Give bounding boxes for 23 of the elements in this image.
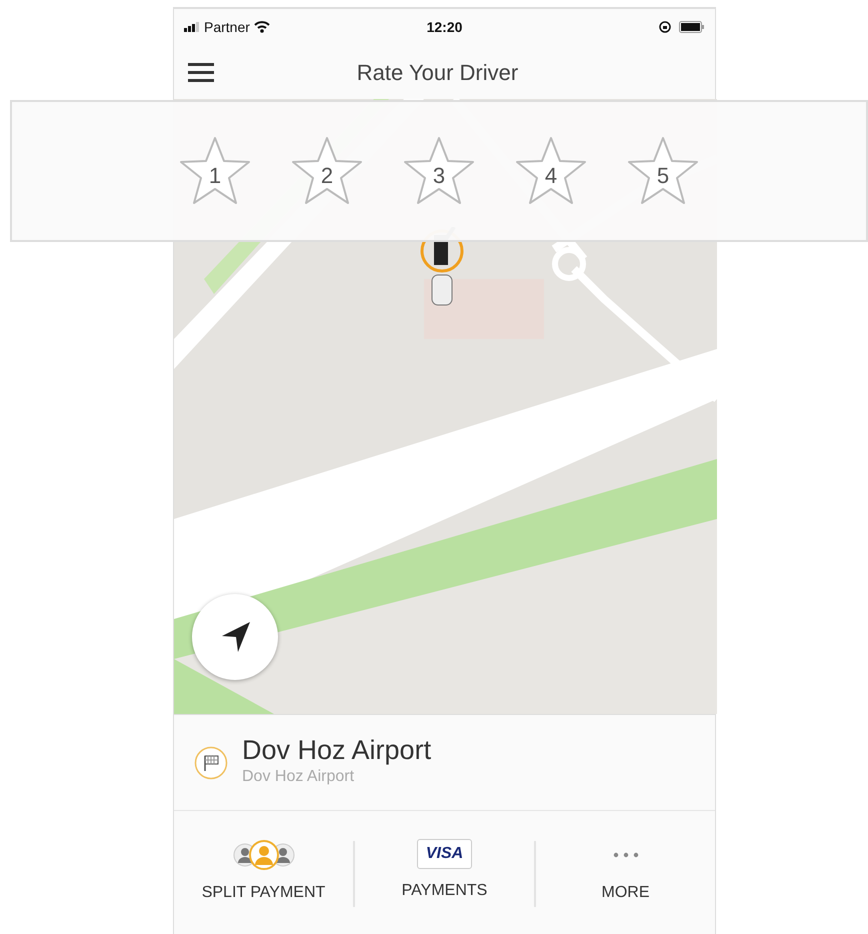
more-icon [612, 852, 638, 858]
payments-button[interactable]: VISA PAYMENTS [355, 811, 534, 907]
status-time: 12:20 [426, 18, 462, 36]
rotation-lock-icon [659, 21, 671, 33]
rating-star[interactable]: 2 [290, 134, 364, 208]
menu-icon [188, 62, 214, 82]
checkered-flag-icon [194, 746, 228, 780]
signal-icon [184, 22, 200, 32]
rating-star[interactable]: 3 [402, 134, 476, 208]
split-payment-button[interactable]: SPLIT PAYMENT [174, 811, 353, 907]
screen-title: Rate Your Driver [356, 58, 520, 86]
wifi-icon [254, 21, 270, 33]
destination-title: Dov Hoz Airport [242, 736, 432, 766]
rating-star[interactable]: 4 [514, 134, 588, 208]
carrier-name: Partner [204, 18, 250, 36]
more-button[interactable]: MORE [536, 811, 715, 907]
rating-star[interactable]: 1 [178, 134, 252, 208]
card-brand-logo: VISA [416, 839, 472, 869]
rating-star[interactable]: 5 [626, 134, 700, 208]
destination-subtitle: Dov Hoz Airport [242, 767, 356, 788]
menu-button[interactable] [188, 60, 214, 84]
people-icon [230, 839, 296, 871]
battery-icon [679, 21, 705, 33]
